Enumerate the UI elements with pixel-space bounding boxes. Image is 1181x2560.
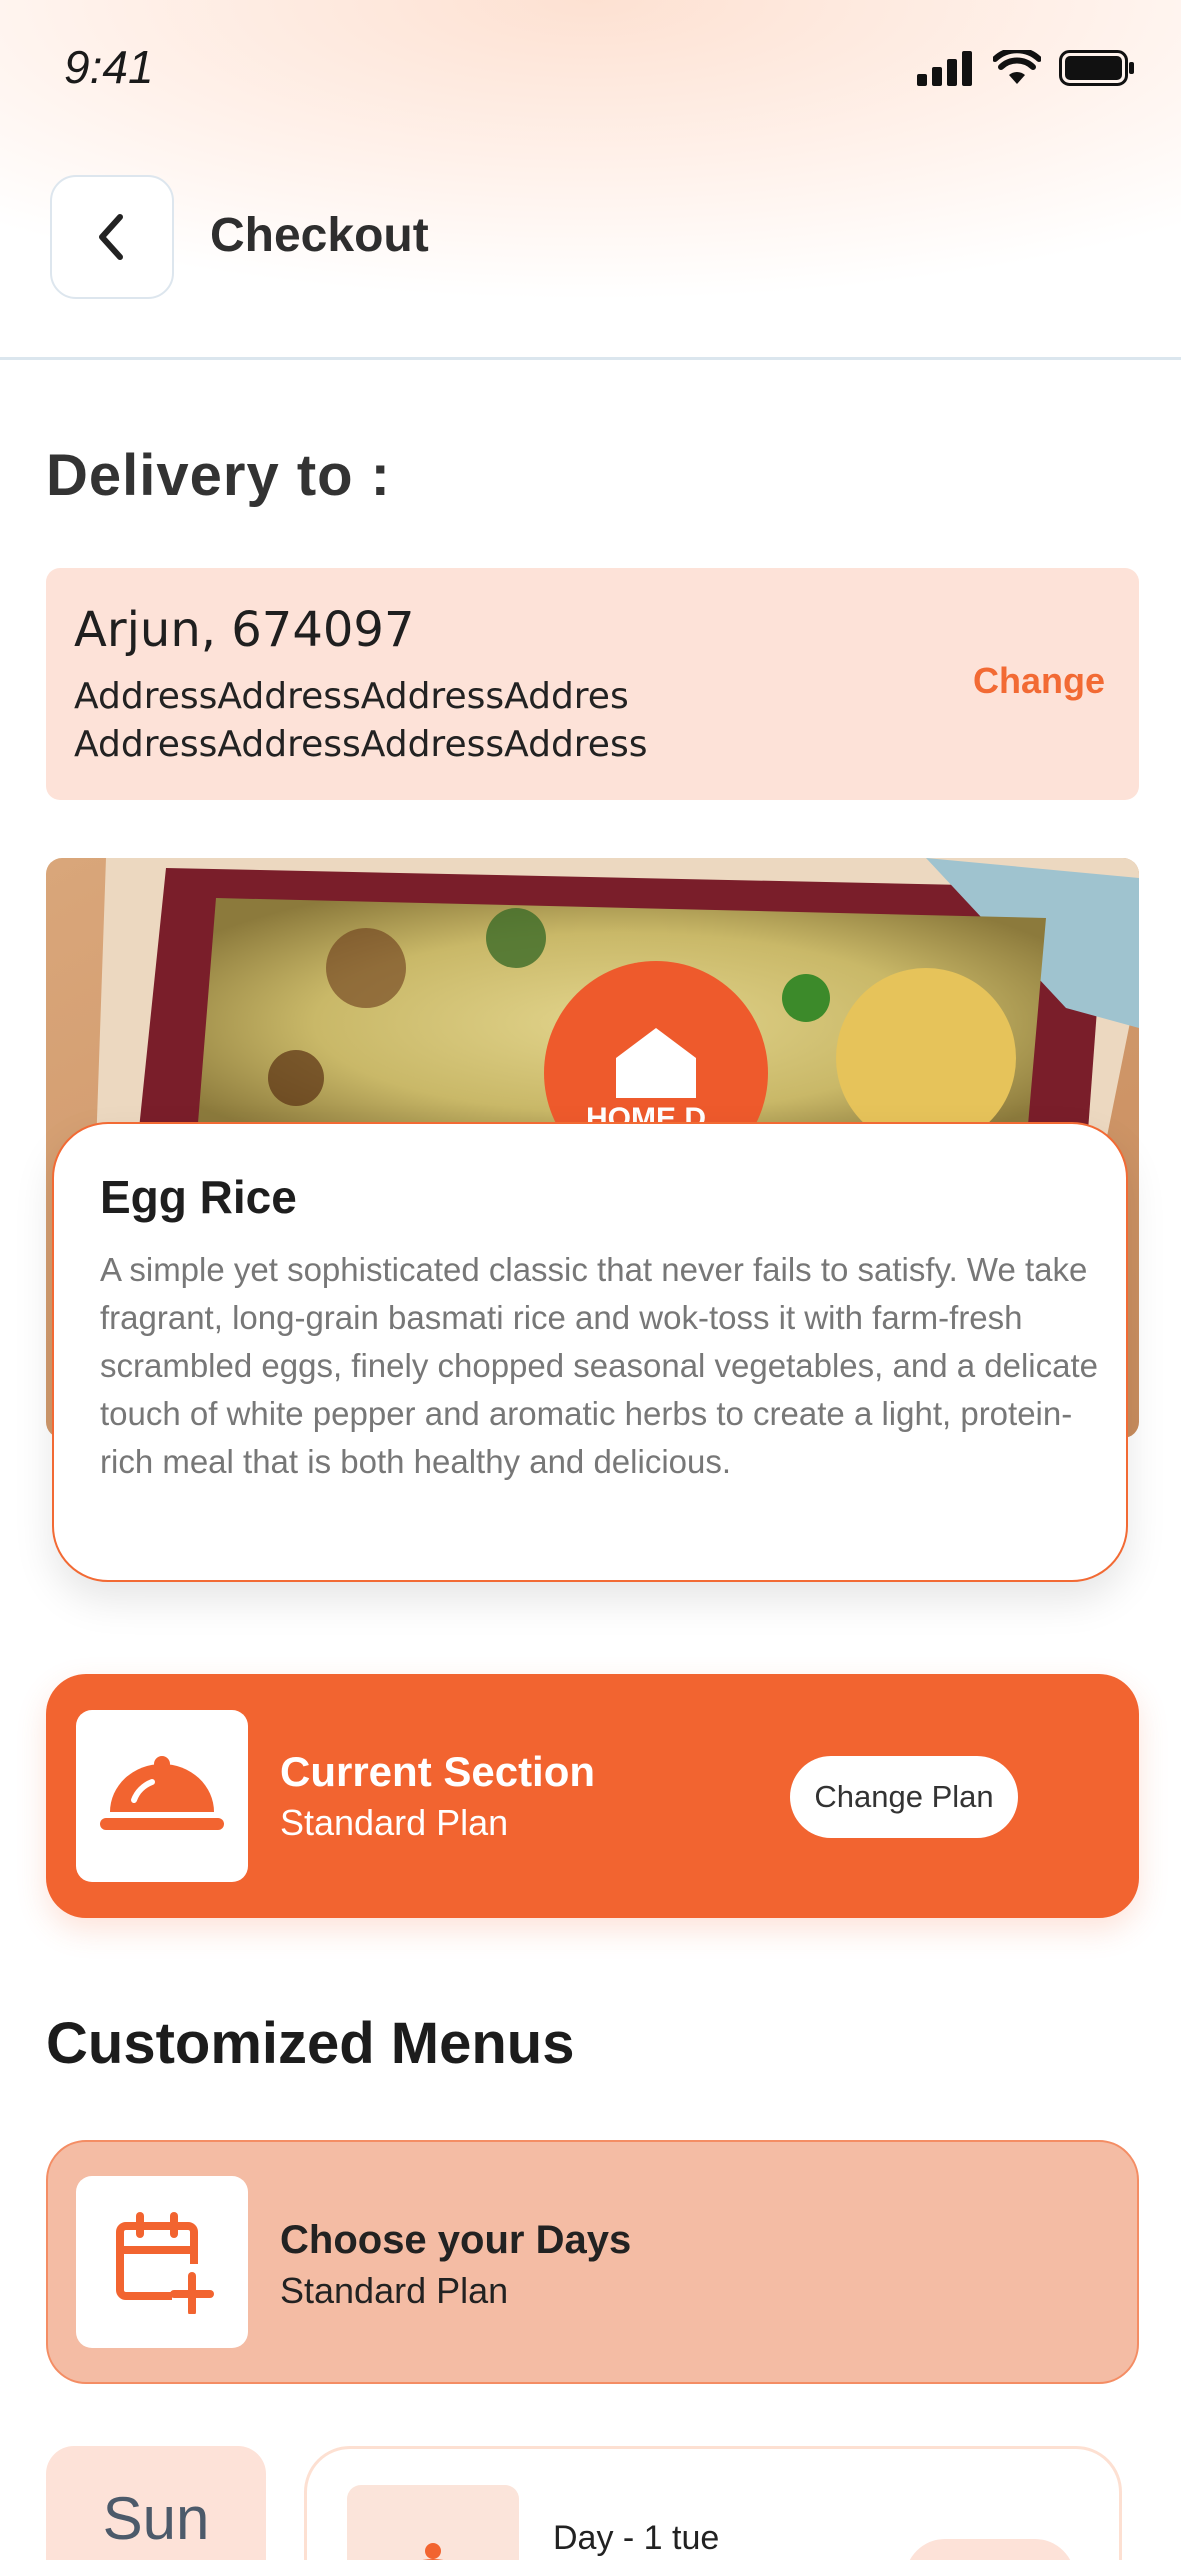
address-name: Arjun, 674097 <box>74 602 415 658</box>
menu-day-label: Day - 1 tue <box>553 2519 720 2557</box>
day-selector-label: Sun <box>102 2485 210 2552</box>
customized-menus-heading: Customized Menus <box>46 2011 575 2076</box>
menu-day-change-button[interactable] <box>905 2539 1075 2560</box>
address-line-2: AddressAddressAddressAddress <box>74 724 648 765</box>
day-selector-sun[interactable]: Sun <box>46 2446 266 2560</box>
menu-thumb <box>347 2485 519 2560</box>
chevron-left-icon <box>99 214 123 260</box>
change-plan-button[interactable]: Change Plan <box>790 1756 1018 1838</box>
status-bar: 9:41 <box>0 0 1181 140</box>
choose-days-title: Choose your Days <box>280 2218 632 2262</box>
dish-description: A simple yet sophisticated classic that … <box>100 1251 1098 1480</box>
plan-icon-box <box>76 1710 248 1882</box>
status-icons <box>917 50 1135 86</box>
cellular-signal-icon <box>917 51 972 86</box>
battery-icon <box>1059 50 1134 86</box>
delivery-heading: Delivery to : <box>46 443 391 508</box>
dish-details-card: Egg Rice A simple yet sophisticated clas… <box>52 1122 1128 1582</box>
address-line-1: AddressAddressAddressAddres <box>74 676 629 717</box>
wifi-icon <box>993 50 1041 84</box>
plan-title: Current Section <box>280 1748 596 1795</box>
change-address-link[interactable]: Change <box>973 660 1105 702</box>
food-cloche-icon <box>422 2543 444 2560</box>
choose-days-subtitle: Standard Plan <box>280 2270 509 2311</box>
current-plan-card: Current Section Standard Plan Change Pla… <box>46 1674 1139 1918</box>
back-button[interactable] <box>50 175 174 299</box>
dish-name: Egg Rice <box>100 1171 297 1223</box>
days-icon-box <box>76 2176 248 2348</box>
food-cloche-icon <box>100 1756 224 1830</box>
choose-days-card[interactable]: Choose your Days Standard Plan <box>46 2140 1139 2384</box>
status-time: 9:41 <box>64 41 154 93</box>
page-title: Checkout <box>210 209 429 262</box>
delivery-address-card: Arjun, 674097 AddressAddressAddressAddre… <box>46 568 1139 800</box>
calendar-add-icon <box>116 2212 214 2314</box>
plan-subtitle: Standard Plan <box>280 1802 509 1843</box>
top-app-bar: Checkout <box>0 160 1181 360</box>
menu-day-card[interactable]: Day - 1 tue <box>304 2446 1122 2560</box>
